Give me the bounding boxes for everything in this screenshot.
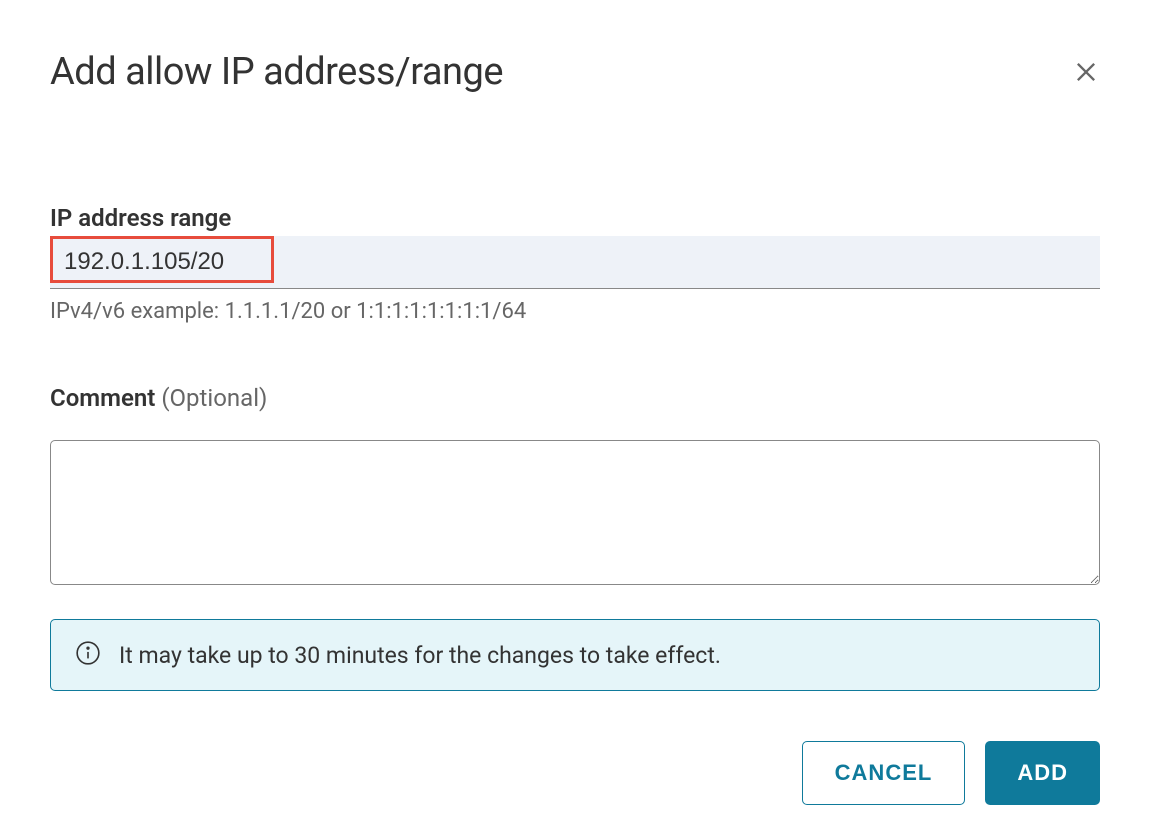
comment-label: Comment (Optional)	[50, 384, 1100, 412]
info-banner-text: It may take up to 30 minutes for the cha…	[119, 642, 721, 669]
add-button[interactable]: ADD	[985, 741, 1100, 805]
dialog-header: Add allow IP address/range	[50, 50, 1100, 94]
ip-range-input[interactable]	[50, 236, 1100, 289]
dialog-footer: CANCEL ADD	[50, 741, 1100, 805]
close-icon	[1072, 58, 1100, 86]
add-ip-dialog: Add allow IP address/range IP address ra…	[0, 0, 1150, 824]
ip-range-label: IP address range	[50, 204, 1100, 232]
comment-group: Comment (Optional)	[50, 384, 1100, 589]
comment-optional-text: (Optional)	[161, 384, 267, 412]
ip-input-wrapper	[50, 236, 1100, 289]
info-icon	[75, 640, 101, 670]
comment-label-text: Comment	[50, 384, 155, 412]
ip-range-help-text: IPv4/v6 example: 1.1.1.1/20 or 1:1:1:1:1…	[50, 299, 1100, 324]
dialog-title: Add allow IP address/range	[50, 50, 503, 94]
ip-range-group: IP address range IPv4/v6 example: 1.1.1.…	[50, 204, 1100, 324]
close-button[interactable]	[1072, 58, 1100, 86]
info-banner: It may take up to 30 minutes for the cha…	[50, 619, 1100, 691]
cancel-button[interactable]: CANCEL	[802, 741, 966, 805]
comment-textarea[interactable]	[50, 440, 1100, 585]
